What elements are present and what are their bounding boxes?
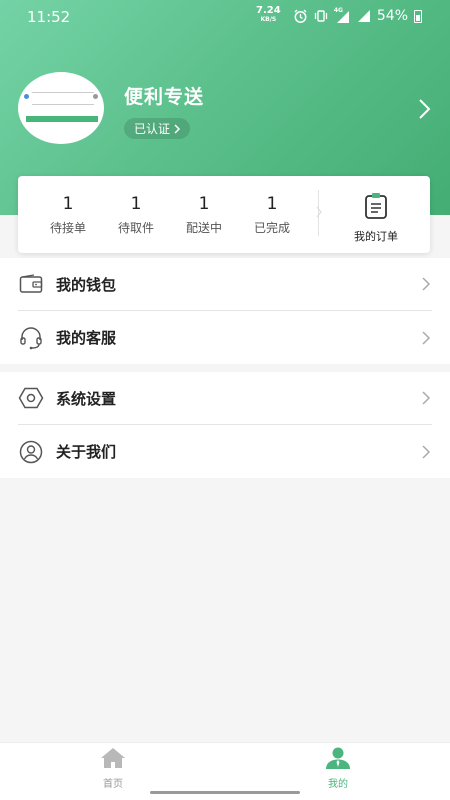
stat-count: 1	[62, 194, 74, 214]
menu-item-settings[interactable]: 系统设置	[18, 372, 432, 425]
menu-label: 我的钱包	[56, 275, 117, 294]
network-speed: 7.24 KB/S	[256, 5, 281, 24]
vibrate-icon	[314, 10, 328, 22]
avatar-button-shape	[26, 116, 98, 122]
chevron-right-icon	[422, 277, 431, 291]
nav-label: 我的	[328, 779, 348, 790]
status-bar: 11:52 7.24 KB/S 4G 54%	[0, 0, 450, 34]
menu-label: 关于我们	[56, 443, 117, 461]
verify-badge-label: 已认证	[134, 122, 171, 136]
status-time: 11:52	[27, 8, 71, 26]
status-icons: 4G 54%	[293, 7, 422, 24]
menu-label: 我的客服	[56, 329, 117, 347]
avatar-line	[32, 104, 94, 105]
network-type-label: 4G	[333, 7, 343, 14]
signal-4g: 4G	[333, 7, 350, 23]
stat-pending-accept[interactable]: 1 待接单	[38, 194, 98, 236]
divider-chevron-icon	[316, 206, 322, 218]
stat-label: 待接单	[49, 221, 86, 235]
network-speed-unit: KB/S	[260, 16, 277, 23]
hexagon-settings-icon	[18, 385, 44, 411]
avatar-line	[32, 92, 94, 93]
stat-count: 1	[266, 194, 278, 214]
menu-label: 系统设置	[56, 389, 117, 408]
stat-completed[interactable]: 1 已完成	[242, 194, 302, 236]
menu-group-1: 我的钱包 我的客服	[0, 258, 450, 364]
stat-pending-pickup[interactable]: 1 待取件	[106, 194, 166, 236]
chevron-right-icon	[422, 391, 431, 405]
menu-group-2: 系统设置 关于我们	[0, 372, 450, 478]
battery-icon	[414, 9, 422, 23]
avatar-dot	[24, 94, 29, 99]
alarm-icon	[294, 9, 307, 23]
chevron-right-icon	[422, 444, 431, 459]
network-speed-value: 7.24	[256, 5, 281, 16]
user-icon	[326, 747, 350, 769]
menu-item-about[interactable]: 关于我们	[18, 425, 432, 478]
stat-label: 已完成	[253, 221, 290, 235]
stat-label: 配送中	[185, 221, 222, 235]
nav-home[interactable]: 首页	[83, 747, 143, 790]
stat-count: 1	[130, 194, 142, 214]
stat-delivering[interactable]: 1 配送中	[174, 194, 234, 236]
verify-badge[interactable]: 已认证	[124, 118, 191, 139]
headset-icon	[18, 325, 44, 351]
nav-mine[interactable]: 我的	[308, 747, 368, 790]
profile-name: 便利专送	[124, 86, 205, 108]
my-orders-label: 我的订单	[354, 230, 398, 243]
home-indicator[interactable]	[150, 791, 300, 794]
home-icon	[101, 748, 125, 768]
profile-chevron-right-icon[interactable]	[418, 98, 432, 120]
order-summary-card: 1 待接单 1 待取件 1 配送中 1 已完成 我的订单	[18, 176, 430, 253]
avatar[interactable]: ​	[18, 72, 104, 144]
user-circle-icon	[18, 439, 44, 465]
clipboard-icon	[365, 193, 387, 219]
chevron-right-icon	[174, 123, 181, 134]
cell-signal-icon-2	[357, 10, 370, 22]
wallet-icon	[18, 271, 44, 297]
avatar-dot	[93, 94, 98, 99]
chevron-right-icon	[422, 330, 431, 345]
menu-item-customer-service[interactable]: 我的客服	[18, 311, 432, 364]
nav-label: 首页	[103, 779, 123, 790]
battery-percent: 54%	[376, 8, 408, 24]
stat-count: 1	[198, 194, 210, 214]
my-orders-button[interactable]: 我的订单	[344, 192, 408, 244]
stat-label: 待取件	[117, 221, 154, 235]
menu-item-wallet[interactable]: 我的钱包	[18, 258, 432, 311]
